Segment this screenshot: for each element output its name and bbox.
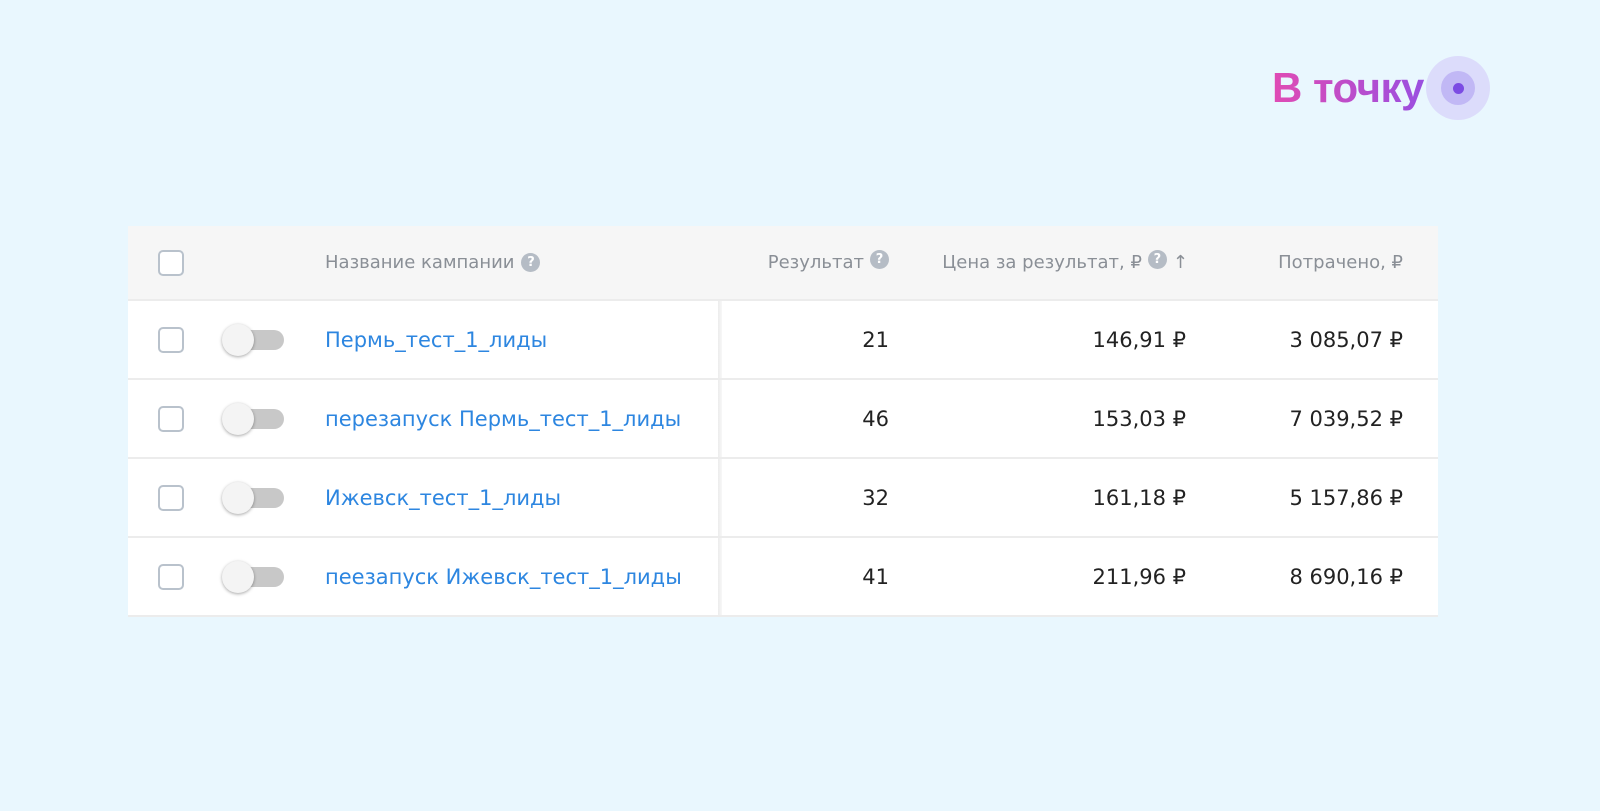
help-icon[interactable]: ? (1147, 250, 1167, 269)
row-checkbox[interactable] (158, 405, 184, 432)
row-checkbox[interactable] (158, 326, 184, 353)
spent-value: 5 157,86 ₽ (1289, 485, 1403, 510)
table-row: Ижевск_тест_1_лиды 32 161,18 ₽ 5 157,86 … (128, 459, 1438, 538)
header-price[interactable]: Цена за результат, ₽? ↑ (942, 250, 1188, 273)
result-value: 21 (862, 327, 889, 352)
table-row: перезапуск Пермь_тест_1_лиды 46 153,03 ₽… (128, 380, 1438, 459)
sort-ascending-icon: ↑ (1172, 252, 1188, 273)
price-value: 211,96 ₽ (1092, 564, 1186, 589)
result-value: 46 (862, 406, 889, 431)
header-result[interactable]: Результат? (768, 250, 889, 273)
help-icon[interactable]: ? (870, 250, 889, 269)
campaign-toggle[interactable] (222, 323, 284, 356)
result-value: 32 (862, 485, 889, 510)
campaign-name-link[interactable]: пеезапуск Ижевск_тест_1_лиды (325, 565, 682, 589)
campaign-name-link[interactable]: перезапуск Пермь_тест_1_лиды (325, 407, 681, 431)
spent-value: 3 085,07 ₽ (1289, 327, 1403, 352)
logo-text: В точку (1272, 64, 1424, 111)
spent-value: 8 690,16 ₽ (1289, 564, 1403, 589)
select-all-checkbox[interactable] (158, 249, 184, 276)
price-value: 153,03 ₽ (1092, 406, 1186, 431)
spent-value: 7 039,52 ₽ (1289, 406, 1403, 431)
help-icon[interactable]: ? (521, 253, 541, 272)
logo: В точку (1272, 56, 1490, 120)
header-spent[interactable]: Потрачено, ₽ (1278, 252, 1403, 273)
campaign-name-link[interactable]: Пермь_тест_1_лиды (325, 328, 547, 352)
campaign-toggle[interactable] (222, 481, 284, 514)
table-row: Пермь_тест_1_лиды 21 146,91 ₽ 3 085,07 ₽ (128, 301, 1438, 380)
campaign-toggle[interactable] (222, 560, 284, 593)
table-row: пеезапуск Ижевск_тест_1_лиды 41 211,96 ₽… (128, 538, 1438, 617)
campaigns-table: Название кампании? Результат? Цена за ре… (128, 226, 1438, 617)
result-value: 41 (862, 564, 889, 589)
price-value: 146,91 ₽ (1092, 327, 1186, 352)
table-header: Название кампании? Результат? Цена за ре… (128, 226, 1438, 301)
price-value: 161,18 ₽ (1092, 485, 1186, 510)
row-checkbox[interactable] (158, 563, 184, 590)
row-checkbox[interactable] (158, 484, 184, 511)
campaign-toggle[interactable] (222, 402, 284, 435)
logo-target-icon (1426, 56, 1490, 120)
header-name[interactable]: Название кампании? (325, 252, 541, 273)
campaign-name-link[interactable]: Ижевск_тест_1_лиды (325, 486, 561, 510)
